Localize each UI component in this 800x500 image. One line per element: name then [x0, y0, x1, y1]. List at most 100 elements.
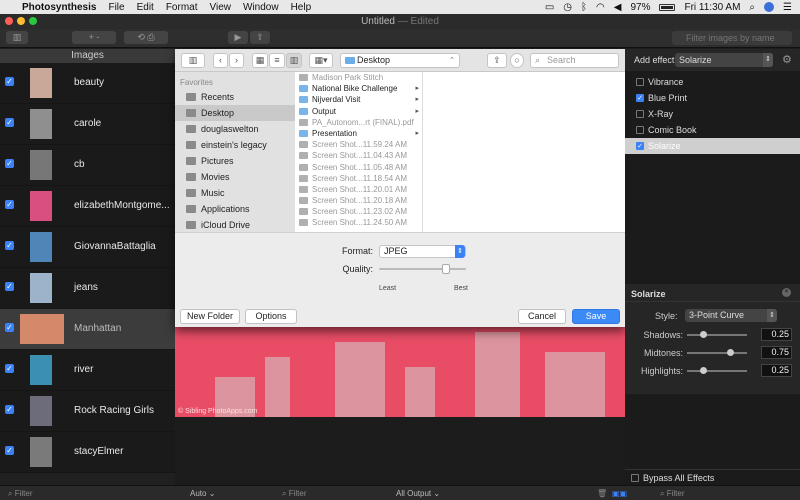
file-row[interactable]: Presentation ▸	[295, 128, 422, 139]
status-filter-left[interactable]: ⌕ Filter	[8, 488, 32, 499]
file-row[interactable]: Screen Shot...11.59.24 AM	[295, 139, 422, 150]
file-row[interactable]: Screen Shot...11.23.02 AM	[295, 206, 422, 217]
image-row[interactable]: ✓ Manhattan	[0, 309, 175, 350]
effect-item[interactable]: ✓ Blue Print	[625, 90, 800, 106]
image-checkbox[interactable]: ✓	[5, 159, 14, 168]
image-checkbox[interactable]: ✓	[5, 323, 14, 332]
status-filter-mid[interactable]: ⌕ Filter	[282, 488, 306, 499]
effect-item[interactable]: X-Ray	[625, 106, 800, 122]
list-view-button[interactable]: ≡	[269, 53, 285, 68]
zoom-window-button[interactable]	[29, 17, 37, 25]
image-checkbox[interactable]: ✓	[5, 364, 14, 373]
effect-checkbox[interactable]	[636, 78, 644, 86]
file-row[interactable]: Screen Shot...11.20.18 AM	[295, 195, 422, 206]
add-remove-images-button[interactable]: + ‑	[72, 31, 116, 44]
favorite-item[interactable]: Desktop	[175, 105, 295, 121]
favorite-item[interactable]: Recents	[175, 89, 295, 105]
close-window-button[interactable]	[5, 17, 13, 25]
image-preview[interactable]: © Sibling PhotoApps.com	[175, 327, 625, 417]
image-checkbox[interactable]: ✓	[5, 282, 14, 291]
image-row[interactable]: ✓ Rock Racing Girls	[0, 391, 175, 432]
image-checkbox[interactable]: ✓	[5, 405, 14, 414]
style-select[interactable]: 3-Point Curve ⇕	[685, 309, 777, 322]
effect-checkbox[interactable]	[636, 110, 644, 118]
bluetooth-icon[interactable]: ᛒ	[581, 2, 587, 13]
effect-item[interactable]: Vibrance	[625, 74, 800, 90]
slideshow-button[interactable]: ▶	[228, 31, 248, 44]
tags-button[interactable]: ○	[510, 53, 524, 68]
bypass-all-effects[interactable]: Bypass All Effects	[625, 469, 800, 485]
param-slider[interactable]	[687, 331, 747, 338]
sidebar-toggle-button[interactable]: ▥	[181, 53, 205, 68]
file-row[interactable]: Screen Shot...11.05.48 AM	[295, 162, 422, 173]
effect-checkbox[interactable]	[636, 126, 644, 134]
param-slider[interactable]	[687, 367, 747, 374]
param-slider-knob[interactable]	[700, 331, 708, 338]
status-filter-right[interactable]: ⌕ Filter	[660, 488, 684, 499]
column-view-button[interactable]: ▥	[286, 53, 302, 68]
file-row[interactable]: Screen Shot...11.04.43 AM	[295, 150, 422, 161]
trash-icon[interactable]: 🗑	[597, 488, 607, 499]
location-select[interactable]: Desktop ⌃⌄	[340, 53, 460, 77]
bypass-checkbox[interactable]	[631, 474, 639, 482]
spotlight-icon[interactable]: ⌕	[749, 2, 755, 13]
back-button[interactable]: ‹	[213, 53, 228, 68]
battery-percent[interactable]: 97%	[630, 2, 650, 13]
favorite-item[interactable]: iCloud Drive	[175, 217, 295, 233]
menu-window[interactable]: Window	[243, 2, 279, 13]
battery-icon[interactable]	[659, 3, 676, 11]
favorite-item[interactable]: Music	[175, 185, 295, 201]
close-icon[interactable]: ×	[782, 288, 791, 297]
layout-icon[interactable]: ▣▣	[612, 488, 627, 499]
param-value-field[interactable]: 0.25	[761, 328, 792, 341]
file-row[interactable]: Madison Park Stitch	[295, 72, 422, 83]
param-slider-knob[interactable]	[726, 349, 734, 356]
image-checkbox[interactable]: ✓	[5, 118, 14, 127]
icon-view-button[interactable]: ▦	[252, 53, 268, 68]
param-value-field[interactable]: 0.25	[761, 364, 792, 377]
quality-slider-knob[interactable]	[442, 264, 451, 274]
favorite-item[interactable]: Movies	[175, 169, 295, 185]
file-row[interactable]: Screen Shot...11.18.54 AM	[295, 173, 422, 184]
options-button[interactable]: Options	[245, 309, 297, 324]
image-checkbox[interactable]: ✓	[5, 77, 14, 86]
add-effect-select[interactable]: Solarize ⇕	[675, 53, 773, 67]
notification-center-icon[interactable]: ☰	[783, 2, 792, 13]
wifi-icon[interactable]: ◠	[596, 2, 605, 13]
param-value-field[interactable]: 0.75	[761, 346, 792, 359]
param-slider-knob[interactable]	[700, 367, 708, 374]
image-row[interactable]: ✓ river	[0, 350, 175, 391]
effect-item[interactable]: Comic Book	[625, 122, 800, 138]
effect-item[interactable]: ✓ Solarize	[625, 138, 800, 154]
minimize-window-button[interactable]	[17, 17, 25, 25]
file-row[interactable]: PA_Autonom...rt (FINAL).pdf	[295, 117, 422, 128]
sheet-search-field[interactable]: ⌕ Search	[530, 53, 619, 68]
menu-view[interactable]: View	[210, 2, 232, 13]
file-row[interactable]: National Bike Challenge ▸	[295, 83, 422, 94]
format-select[interactable]: JPEG ⇕	[379, 245, 466, 258]
effect-checkbox[interactable]: ✓	[636, 142, 644, 150]
param-slider[interactable]	[687, 349, 747, 356]
effect-checkbox[interactable]: ✓	[636, 94, 644, 102]
share-button[interactable]: ⇪	[250, 31, 270, 44]
image-row[interactable]: ✓ cb	[0, 145, 175, 186]
favorite-item[interactable]: Pictures	[175, 153, 295, 169]
image-checkbox[interactable]: ✓	[5, 446, 14, 455]
image-row[interactable]: ✓ stacyElmer	[0, 432, 175, 473]
save-button[interactable]: Save	[572, 309, 620, 324]
favorite-item[interactable]: einstein's legacy	[175, 137, 295, 153]
image-row[interactable]: ✓ elizabethMontgome...	[0, 186, 175, 227]
file-row[interactable]: Screen Shot...11.24.50 AM	[295, 217, 422, 228]
file-row[interactable]: Screen Shot...11.20.01 AM	[295, 184, 422, 195]
output-select[interactable]: All Output ⌄	[396, 488, 440, 499]
file-row[interactable]: Nijverdal Visit ▸	[295, 94, 422, 105]
filter-images-input[interactable]	[672, 31, 792, 45]
menu-edit[interactable]: Edit	[137, 2, 154, 13]
new-folder-button[interactable]: New Folder	[180, 309, 240, 324]
toggle-sidebar-button[interactable]: ▥	[6, 31, 28, 44]
export-print-button[interactable]: ⟲ ⎙	[124, 31, 168, 44]
gear-icon[interactable]: ⚙	[782, 53, 792, 66]
volume-icon[interactable]: ◀	[614, 2, 622, 13]
menu-file[interactable]: File	[108, 2, 124, 13]
cancel-button[interactable]: Cancel	[518, 309, 566, 324]
